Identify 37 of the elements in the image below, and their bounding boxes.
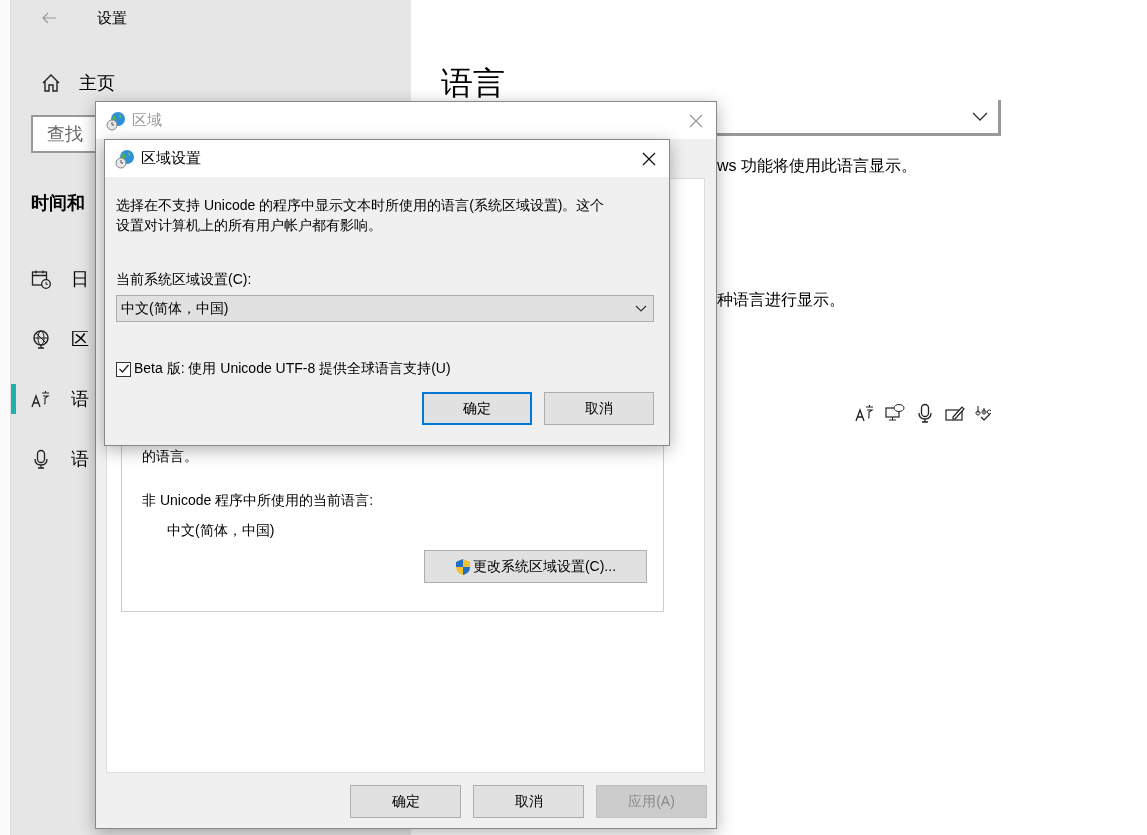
change-locale-button[interactable]: 更改系统区域设置(C)... bbox=[424, 550, 647, 583]
checkbox[interactable] bbox=[116, 361, 131, 377]
field-label: 当前系统区域设置(C): bbox=[116, 271, 253, 289]
nav-item[interactable]: 日 bbox=[71, 267, 89, 291]
dialog-title: 区域设置 bbox=[141, 149, 202, 168]
language-icon bbox=[855, 403, 875, 423]
description-text: ws 功能将使用此语言显示。 bbox=[717, 156, 917, 176]
nav-item[interactable]: 语 bbox=[71, 387, 89, 411]
page-heading: 语言 bbox=[441, 66, 505, 100]
home-link[interactable]: 主页 bbox=[79, 71, 115, 95]
globe-clock-icon bbox=[115, 148, 135, 169]
description-text: 种语言进行显示。 bbox=[717, 290, 845, 310]
field-value: 中文(简体，中国) bbox=[166, 522, 276, 540]
description-text: 的语言。 bbox=[142, 448, 199, 466]
home-icon[interactable] bbox=[41, 73, 61, 93]
description-text: 选择在不支持 Unicode 的程序中显示文本时所使用的语言(系统区域设置)。这个设置对计算机上的所有用户帐户都有影响。 bbox=[116, 196, 606, 235]
chevron-down-icon bbox=[972, 111, 988, 122]
monitor-speech-icon bbox=[885, 403, 905, 423]
shield-icon bbox=[454, 557, 471, 576]
window-title: 区域 bbox=[132, 111, 163, 130]
dialog-button[interactable]: 取消 bbox=[544, 392, 654, 425]
window-title: 设置 bbox=[97, 8, 127, 28]
calendar-clock-icon bbox=[31, 269, 51, 289]
microphone-icon bbox=[31, 449, 51, 469]
chevron-down-icon bbox=[635, 304, 647, 313]
nav-item[interactable]: 语 bbox=[71, 447, 89, 471]
checkbox-label[interactable]: Beta 版: 使用 Unicode UTF-8 提供全球语言支持(U) bbox=[134, 360, 451, 378]
language-icon bbox=[31, 389, 51, 409]
locale-dropdown[interactable]: 中文(简体，中国) bbox=[116, 295, 654, 322]
section-heading: 时间和 bbox=[31, 192, 85, 215]
globe-icon bbox=[31, 329, 51, 349]
dialog-button[interactable]: 确定 bbox=[422, 392, 532, 425]
globe-clock-icon bbox=[106, 110, 126, 131]
close-icon[interactable] bbox=[641, 150, 657, 167]
field-label: 非 Unicode 程序中所使用的当前语言: bbox=[142, 492, 375, 510]
microphone-icon bbox=[915, 403, 935, 423]
nav-item[interactable]: 区 bbox=[71, 327, 89, 351]
